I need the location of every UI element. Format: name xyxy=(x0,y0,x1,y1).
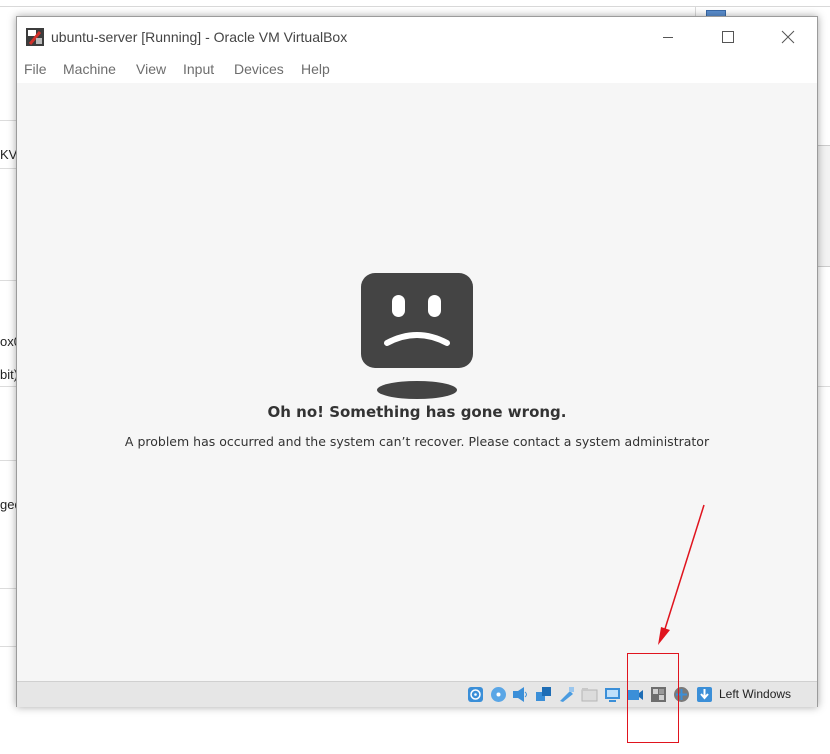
background-divider xyxy=(0,646,16,647)
background-divider xyxy=(0,6,830,7)
menu-file[interactable]: File xyxy=(24,61,47,77)
network-icon[interactable] xyxy=(535,686,552,703)
maximize-button[interactable] xyxy=(705,17,751,57)
menu-devices[interactable]: Devices xyxy=(234,61,284,77)
maximize-icon xyxy=(722,31,734,43)
usb-icon[interactable] xyxy=(558,686,575,703)
minimize-button[interactable] xyxy=(645,17,691,57)
background-divider xyxy=(0,588,16,589)
menu-input[interactable]: Input xyxy=(183,61,214,77)
background-divider xyxy=(0,386,16,387)
background-text-fragment: bit) xyxy=(0,367,16,382)
background-divider xyxy=(0,460,16,461)
title-bar[interactable]: ubuntu-server [Running] - Oracle VM Virt… xyxy=(17,17,817,57)
minimize-icon xyxy=(663,37,673,38)
background-divider xyxy=(0,280,16,281)
status-bar: Left Windows xyxy=(17,681,817,707)
background-divider xyxy=(0,168,16,169)
close-icon xyxy=(781,30,795,44)
menu-bar: File Machine View Input Devices Help xyxy=(17,57,817,83)
optical-drive-icon[interactable] xyxy=(490,686,507,703)
background-text-fragment: ged xyxy=(0,497,16,512)
hard-disk-icon[interactable] xyxy=(467,686,484,703)
audio-icon[interactable] xyxy=(512,686,529,703)
background-preview-thumbnail xyxy=(816,145,830,267)
background-divider xyxy=(0,120,16,121)
host-key-arrow-icon[interactable] xyxy=(696,686,713,703)
shared-folders-icon[interactable] xyxy=(581,686,598,703)
virtualbox-vm-window: ubuntu-server [Running] - Oracle VM Virt… xyxy=(16,16,818,707)
display-icon[interactable] xyxy=(604,686,621,703)
annotation-highlight-box xyxy=(627,653,679,743)
sad-computer-icon xyxy=(361,273,473,399)
menu-view[interactable]: View xyxy=(136,61,166,77)
background-text-fragment: KV xyxy=(0,147,16,162)
close-button[interactable] xyxy=(765,17,811,57)
host-key-label[interactable]: Left Windows xyxy=(719,687,791,701)
background-text-fragment: ox0 xyxy=(0,334,16,349)
window-title: ubuntu-server [Running] - Oracle VM Virt… xyxy=(51,29,348,45)
menu-machine[interactable]: Machine xyxy=(63,61,116,77)
error-message: A problem has occurred and the system ca… xyxy=(124,434,710,449)
vm-display[interactable]: Oh no! Something has gone wrong. A probl… xyxy=(17,83,817,681)
error-title: Oh no! Something has gone wrong. xyxy=(267,403,567,421)
menu-help[interactable]: Help xyxy=(301,61,330,77)
background-divider xyxy=(816,386,830,387)
virtualbox-app-icon xyxy=(26,28,44,46)
